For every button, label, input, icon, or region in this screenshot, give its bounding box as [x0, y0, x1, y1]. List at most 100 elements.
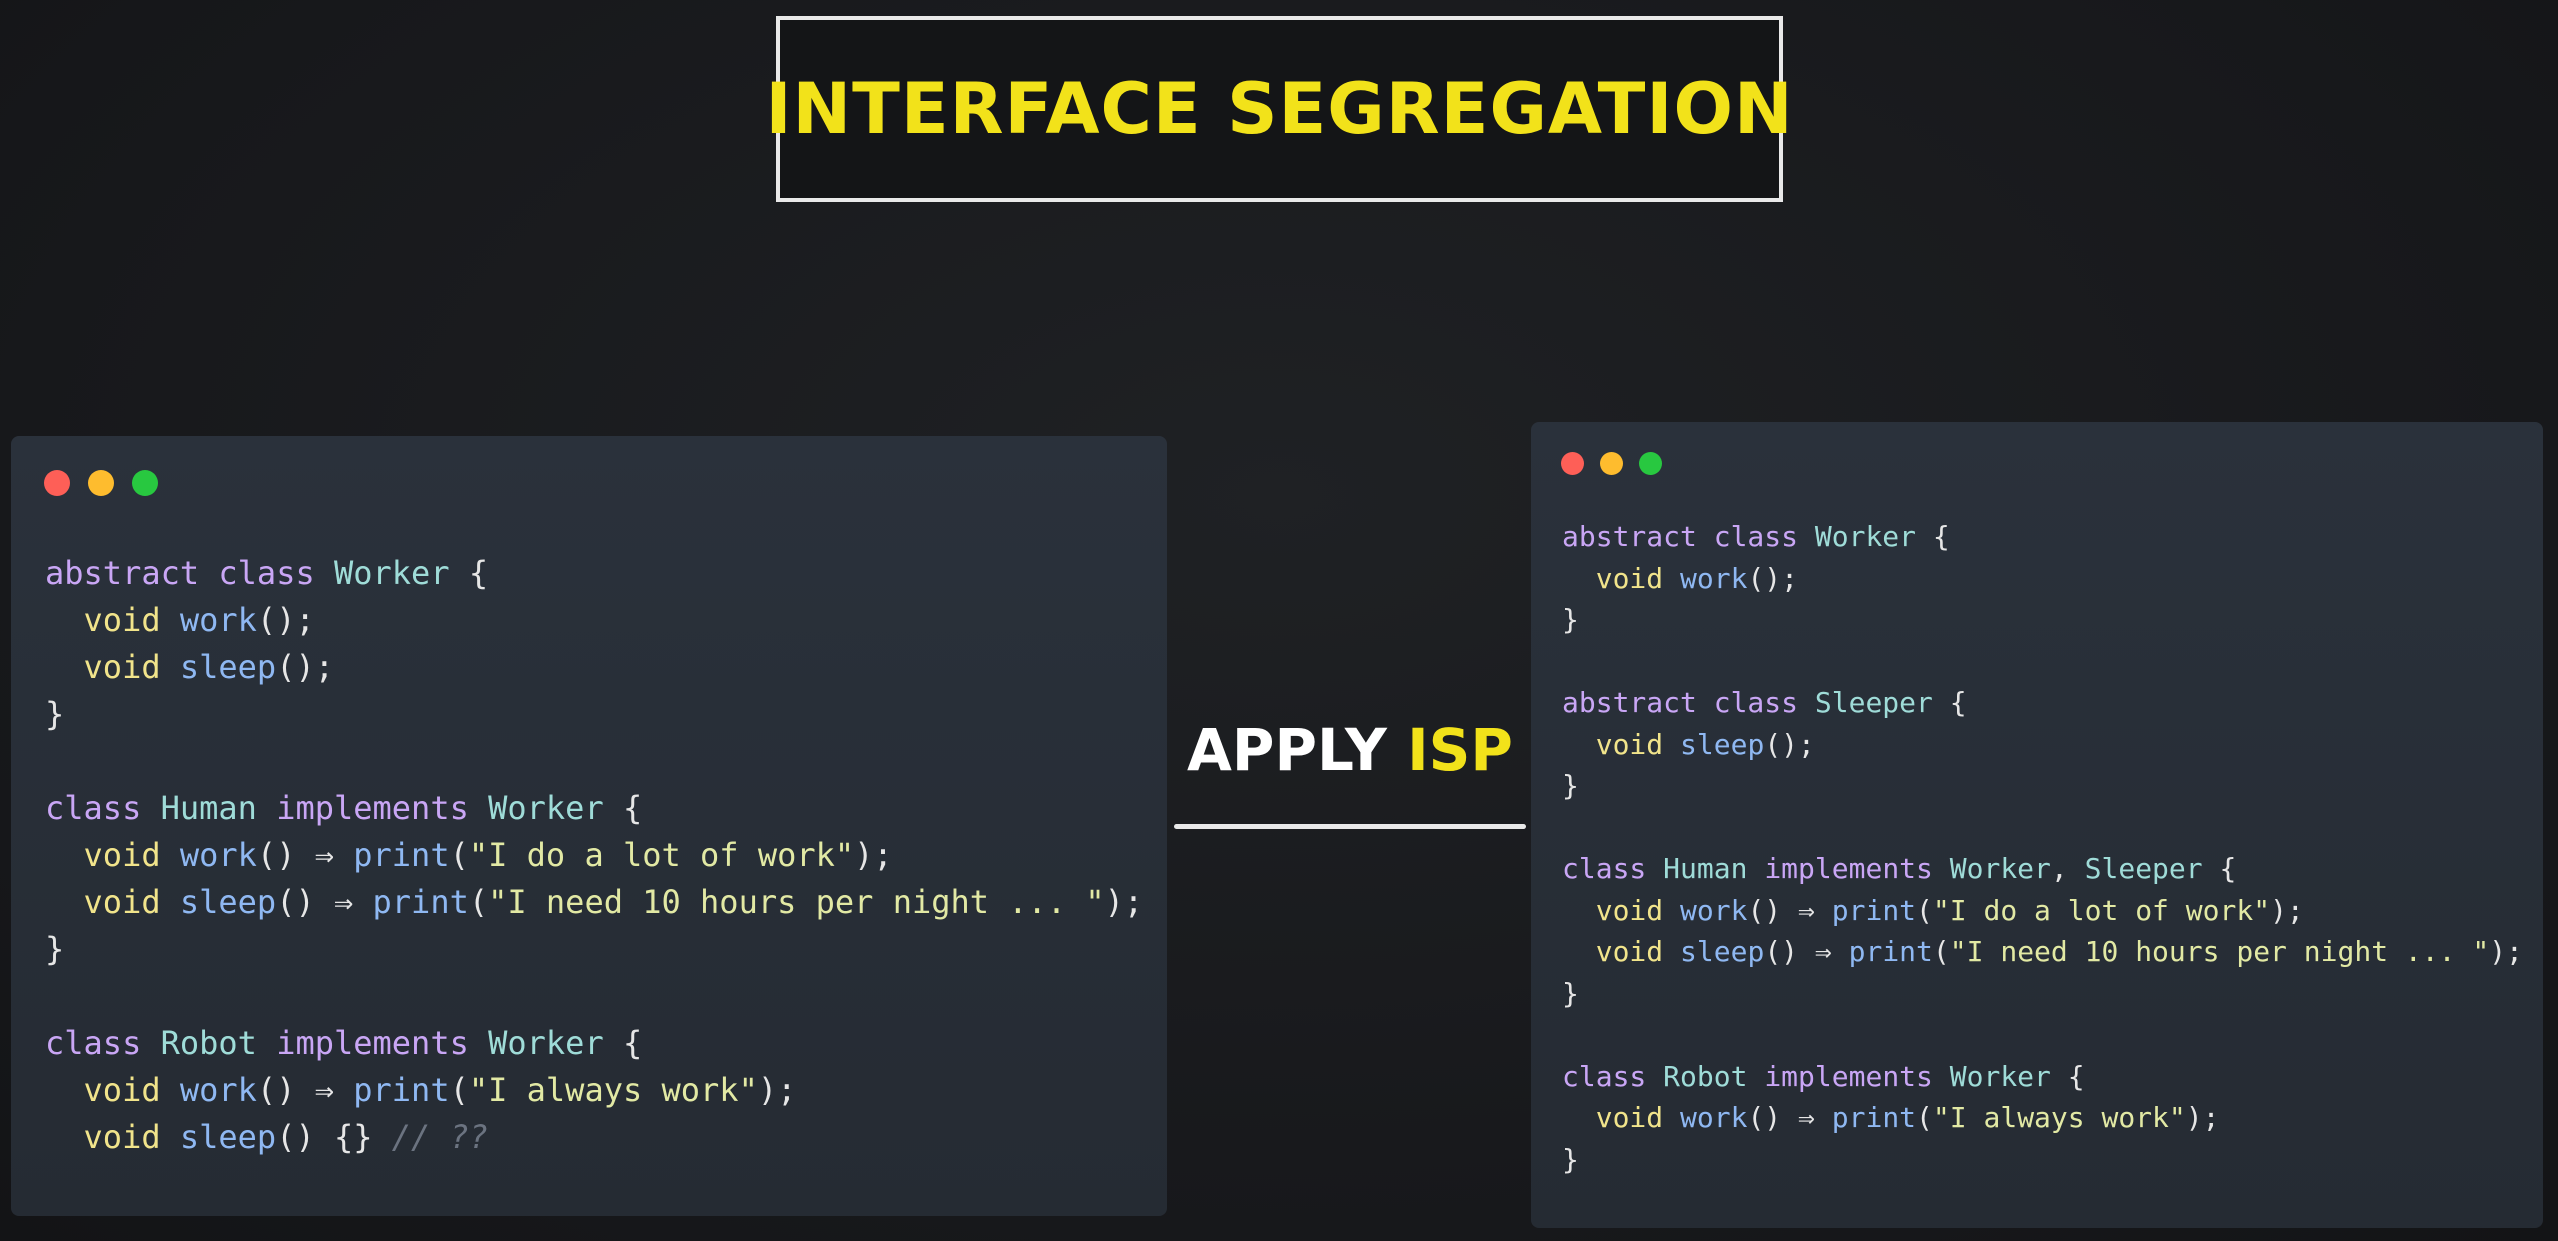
maximize-dot-icon[interactable]: [1639, 452, 1662, 475]
class-name: Sleeper: [1814, 686, 1933, 719]
class-name: Worker: [488, 1024, 604, 1062]
method-name: sleep: [179, 883, 277, 921]
punctuation: }: [1562, 603, 1579, 636]
code-line: abstract class Worker {: [1562, 516, 2523, 558]
type-keyword: void: [83, 883, 161, 921]
type-keyword: void: [83, 1118, 161, 1156]
window-controls: [44, 470, 176, 496]
punctuation: {: [622, 789, 643, 827]
code-line: }: [45, 926, 1143, 973]
punctuation: );: [2270, 893, 2304, 927]
punctuation: (: [1916, 1101, 1933, 1134]
keyword: implements: [1764, 1059, 1933, 1093]
apply-isp-label: APPLY ISP: [1176, 716, 1524, 784]
function-call: print: [1848, 935, 1933, 968]
type-keyword: void: [1595, 893, 1664, 927]
method-name: sleep: [1680, 727, 1765, 761]
function-call: print: [1831, 893, 1917, 927]
punctuation: (: [449, 1071, 469, 1109]
punctuation: );: [1104, 883, 1144, 921]
code-line: void work() ⇒ print("I do a lot of work"…: [1562, 890, 2523, 932]
minimize-dot-icon[interactable]: [1600, 452, 1623, 475]
punctuation: ();: [1747, 561, 1799, 595]
punctuation: {: [1932, 520, 1950, 553]
code-line: }: [1562, 599, 2523, 641]
method-name: sleep: [179, 1118, 277, 1156]
code-line: void sleep();: [1562, 724, 2523, 766]
transition-underline: [1174, 824, 1526, 829]
punctuation: () ⇒: [1764, 935, 1832, 968]
method-name: work: [1680, 1101, 1748, 1134]
class-name: Robot: [1663, 1059, 1748, 1093]
string-literal: "I need 10 hours per night ... ": [488, 883, 1105, 921]
method-name: work: [179, 1071, 257, 1109]
method-name: sleep: [1680, 935, 1765, 968]
punctuation: {: [2219, 852, 2237, 885]
code-line: void work() ⇒ print("I do a lot of work"…: [45, 832, 1143, 879]
code-line: class Human implements Worker {: [45, 785, 1143, 832]
punctuation: );: [2185, 1101, 2220, 1134]
type-keyword: void: [1595, 935, 1664, 968]
string-literal: "I do a lot of work": [1932, 893, 2271, 927]
punctuation: () ⇒: [256, 836, 334, 874]
class-name: Sleeper: [2084, 852, 2203, 885]
keyword: implements: [1764, 852, 1933, 885]
punctuation: () {}: [276, 1118, 373, 1156]
code-line: void sleep() {} // ??: [45, 1114, 1143, 1161]
minimize-dot-icon[interactable]: [88, 470, 114, 496]
keyword: class: [45, 1024, 142, 1062]
close-dot-icon[interactable]: [1561, 452, 1584, 475]
keyword: class: [1562, 852, 1647, 885]
keyword: class: [45, 789, 142, 827]
punctuation: () ⇒: [276, 883, 354, 921]
punctuation: (: [1932, 935, 1950, 968]
code-line: void sleep() ⇒ print("I need 10 hours pe…: [1562, 931, 2523, 973]
code-line: abstract class Worker {: [45, 550, 1143, 597]
type-keyword: void: [83, 648, 161, 686]
code-block-after: abstract class Worker { void work ();} ab…: [1562, 516, 2523, 1180]
punctuation: );: [854, 836, 893, 874]
type-keyword: void: [83, 836, 161, 874]
isp-highlight: ISP: [1407, 716, 1513, 784]
code-line: void sleep() ⇒ print("I need 10 hours pe…: [45, 879, 1144, 926]
string-literal: "I need 10 hours per night ... ": [1949, 935, 2490, 968]
class-name: Worker: [488, 789, 604, 827]
code-line: }: [45, 691, 1143, 738]
method-name: work: [179, 601, 257, 639]
code-line: class Robot implements Worker {: [45, 1020, 1143, 1067]
class-name: Worker: [333, 554, 450, 592]
punctuation: {: [622, 1024, 643, 1062]
code-line: void work();: [45, 597, 1143, 644]
punctuation: {: [1949, 686, 1967, 719]
code-comment: // ??: [391, 1118, 489, 1156]
punctuation: }: [1562, 976, 1579, 1010]
keyword: class: [1713, 520, 1799, 553]
class-name: Human: [160, 789, 257, 827]
function-call: print: [1831, 1101, 1917, 1134]
function-call: print: [372, 883, 469, 921]
class-name: Worker: [1949, 1059, 2051, 1093]
punctuation: ,: [2050, 852, 2068, 885]
apply-word: APPLY: [1187, 716, 1387, 784]
punctuation: ();: [256, 601, 315, 639]
keyword: abstract: [1562, 686, 1697, 719]
code-window-before: abstract class Worker { void work(); voi…: [11, 436, 1167, 1216]
code-line: void work() ⇒ print("I always work");: [1562, 1097, 2523, 1139]
method-name: work: [1680, 893, 1748, 927]
punctuation: ();: [276, 648, 334, 686]
string-literal: "I always work": [1932, 1101, 2186, 1134]
punctuation: }: [1562, 769, 1579, 802]
punctuation: }: [1562, 1142, 1579, 1176]
punctuation: }: [45, 930, 65, 968]
close-dot-icon[interactable]: [44, 470, 70, 496]
window-controls: [1561, 452, 1678, 475]
punctuation: );: [757, 1071, 797, 1109]
maximize-dot-icon[interactable]: [132, 470, 158, 496]
class-name: Worker: [1814, 520, 1917, 553]
punctuation: (: [449, 836, 469, 874]
